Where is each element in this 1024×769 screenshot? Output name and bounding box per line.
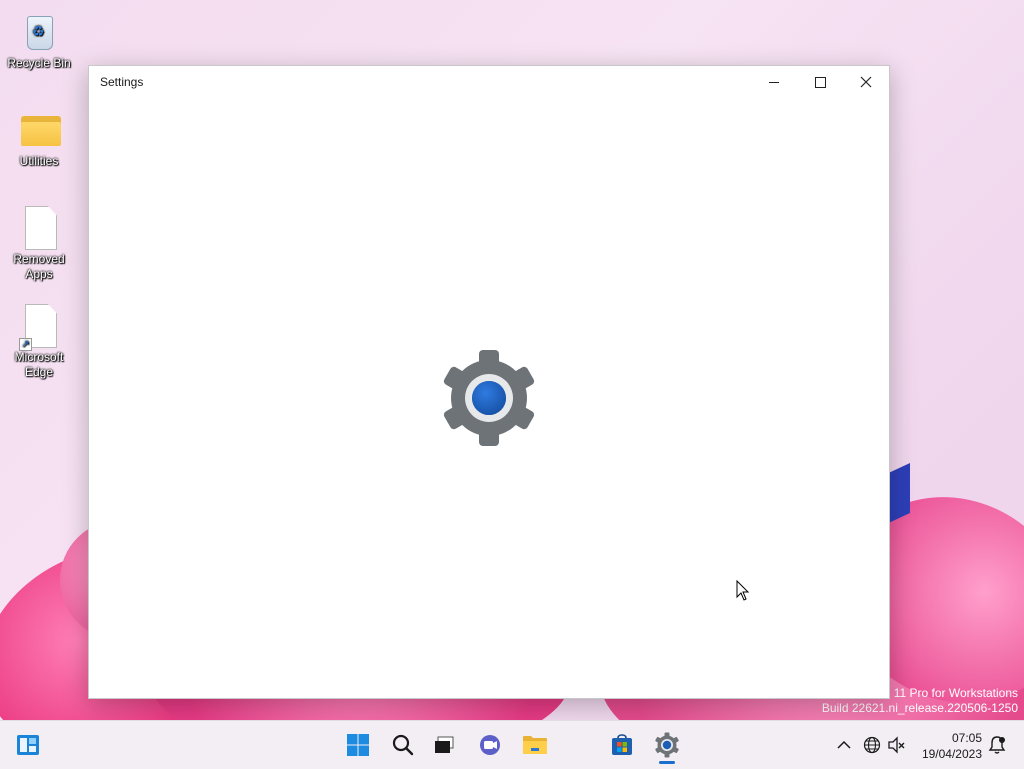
start-button[interactable] bbox=[342, 729, 374, 761]
window-title: Settings bbox=[100, 75, 144, 89]
watermark-build: Build 22621.ni_release.220506-1250 bbox=[821, 701, 1018, 715]
close-button[interactable] bbox=[843, 66, 889, 98]
document-icon bbox=[19, 206, 59, 250]
desktop-icon-label: Removed Apps bbox=[13, 252, 65, 281]
desktop-icon-removed-apps[interactable]: Removed Apps bbox=[6, 206, 72, 282]
maximize-icon bbox=[814, 76, 826, 88]
close-icon bbox=[860, 76, 872, 88]
windows-logo-icon bbox=[347, 734, 369, 756]
minimize-button[interactable] bbox=[751, 66, 797, 98]
shortcut-arrow-icon: ↗ bbox=[19, 338, 32, 351]
active-app-indicator bbox=[659, 761, 675, 764]
minimize-icon bbox=[769, 81, 779, 83]
desktop-icon-label: Utilities bbox=[19, 154, 59, 168]
desktop-icon-utilities[interactable]: Utilities bbox=[6, 108, 72, 169]
settings-gear-icon bbox=[655, 732, 679, 758]
clock-date: 19/04/2023 bbox=[921, 747, 982, 761]
clock[interactable]: 07:05 19/04/2023 bbox=[922, 730, 982, 762]
task-view-icon bbox=[435, 736, 454, 753]
folder-icon bbox=[19, 108, 61, 152]
speaker-muted-icon bbox=[888, 736, 905, 754]
notification-icon bbox=[988, 736, 1006, 754]
widgets-icon bbox=[17, 735, 39, 755]
window-titlebar[interactable]: Settings bbox=[89, 66, 889, 98]
settings-taskbar-button[interactable] bbox=[651, 729, 683, 761]
desktop-icon-label: Microsoft Edge bbox=[14, 350, 64, 379]
widgets-button[interactable] bbox=[12, 729, 44, 761]
shortcut-document-icon: ↗ bbox=[19, 304, 59, 351]
recycle-bin-icon: ♻ bbox=[19, 10, 59, 54]
globe-icon bbox=[863, 736, 881, 754]
notifications-button[interactable] bbox=[981, 729, 1013, 761]
chat-button[interactable] bbox=[474, 729, 506, 761]
clock-time: 07:05 bbox=[951, 731, 982, 745]
maximize-button[interactable] bbox=[797, 66, 843, 98]
settings-window[interactable]: Settings bbox=[88, 65, 890, 699]
volume-button[interactable] bbox=[881, 729, 913, 761]
taskbar: 07:05 19/04/2023 bbox=[0, 720, 1024, 769]
desktop-icon-label: Recycle Bin bbox=[7, 56, 71, 70]
microsoft-store-icon bbox=[612, 734, 632, 755]
chevron-up-icon bbox=[837, 740, 851, 749]
mouse-cursor-icon bbox=[736, 580, 750, 601]
settings-gear-icon bbox=[443, 350, 535, 446]
teams-chat-icon bbox=[480, 735, 500, 755]
desktop-icon-recycle-bin[interactable]: ♻ Recycle Bin bbox=[6, 10, 72, 71]
task-view-button[interactable] bbox=[428, 729, 460, 761]
store-button[interactable] bbox=[606, 729, 638, 761]
file-explorer-button[interactable] bbox=[519, 729, 551, 761]
folder-icon bbox=[523, 736, 547, 754]
search-icon bbox=[392, 734, 414, 756]
search-button[interactable] bbox=[387, 729, 419, 761]
desktop-icon-microsoft-edge[interactable]: ↗ Microsoft Edge bbox=[6, 304, 72, 380]
